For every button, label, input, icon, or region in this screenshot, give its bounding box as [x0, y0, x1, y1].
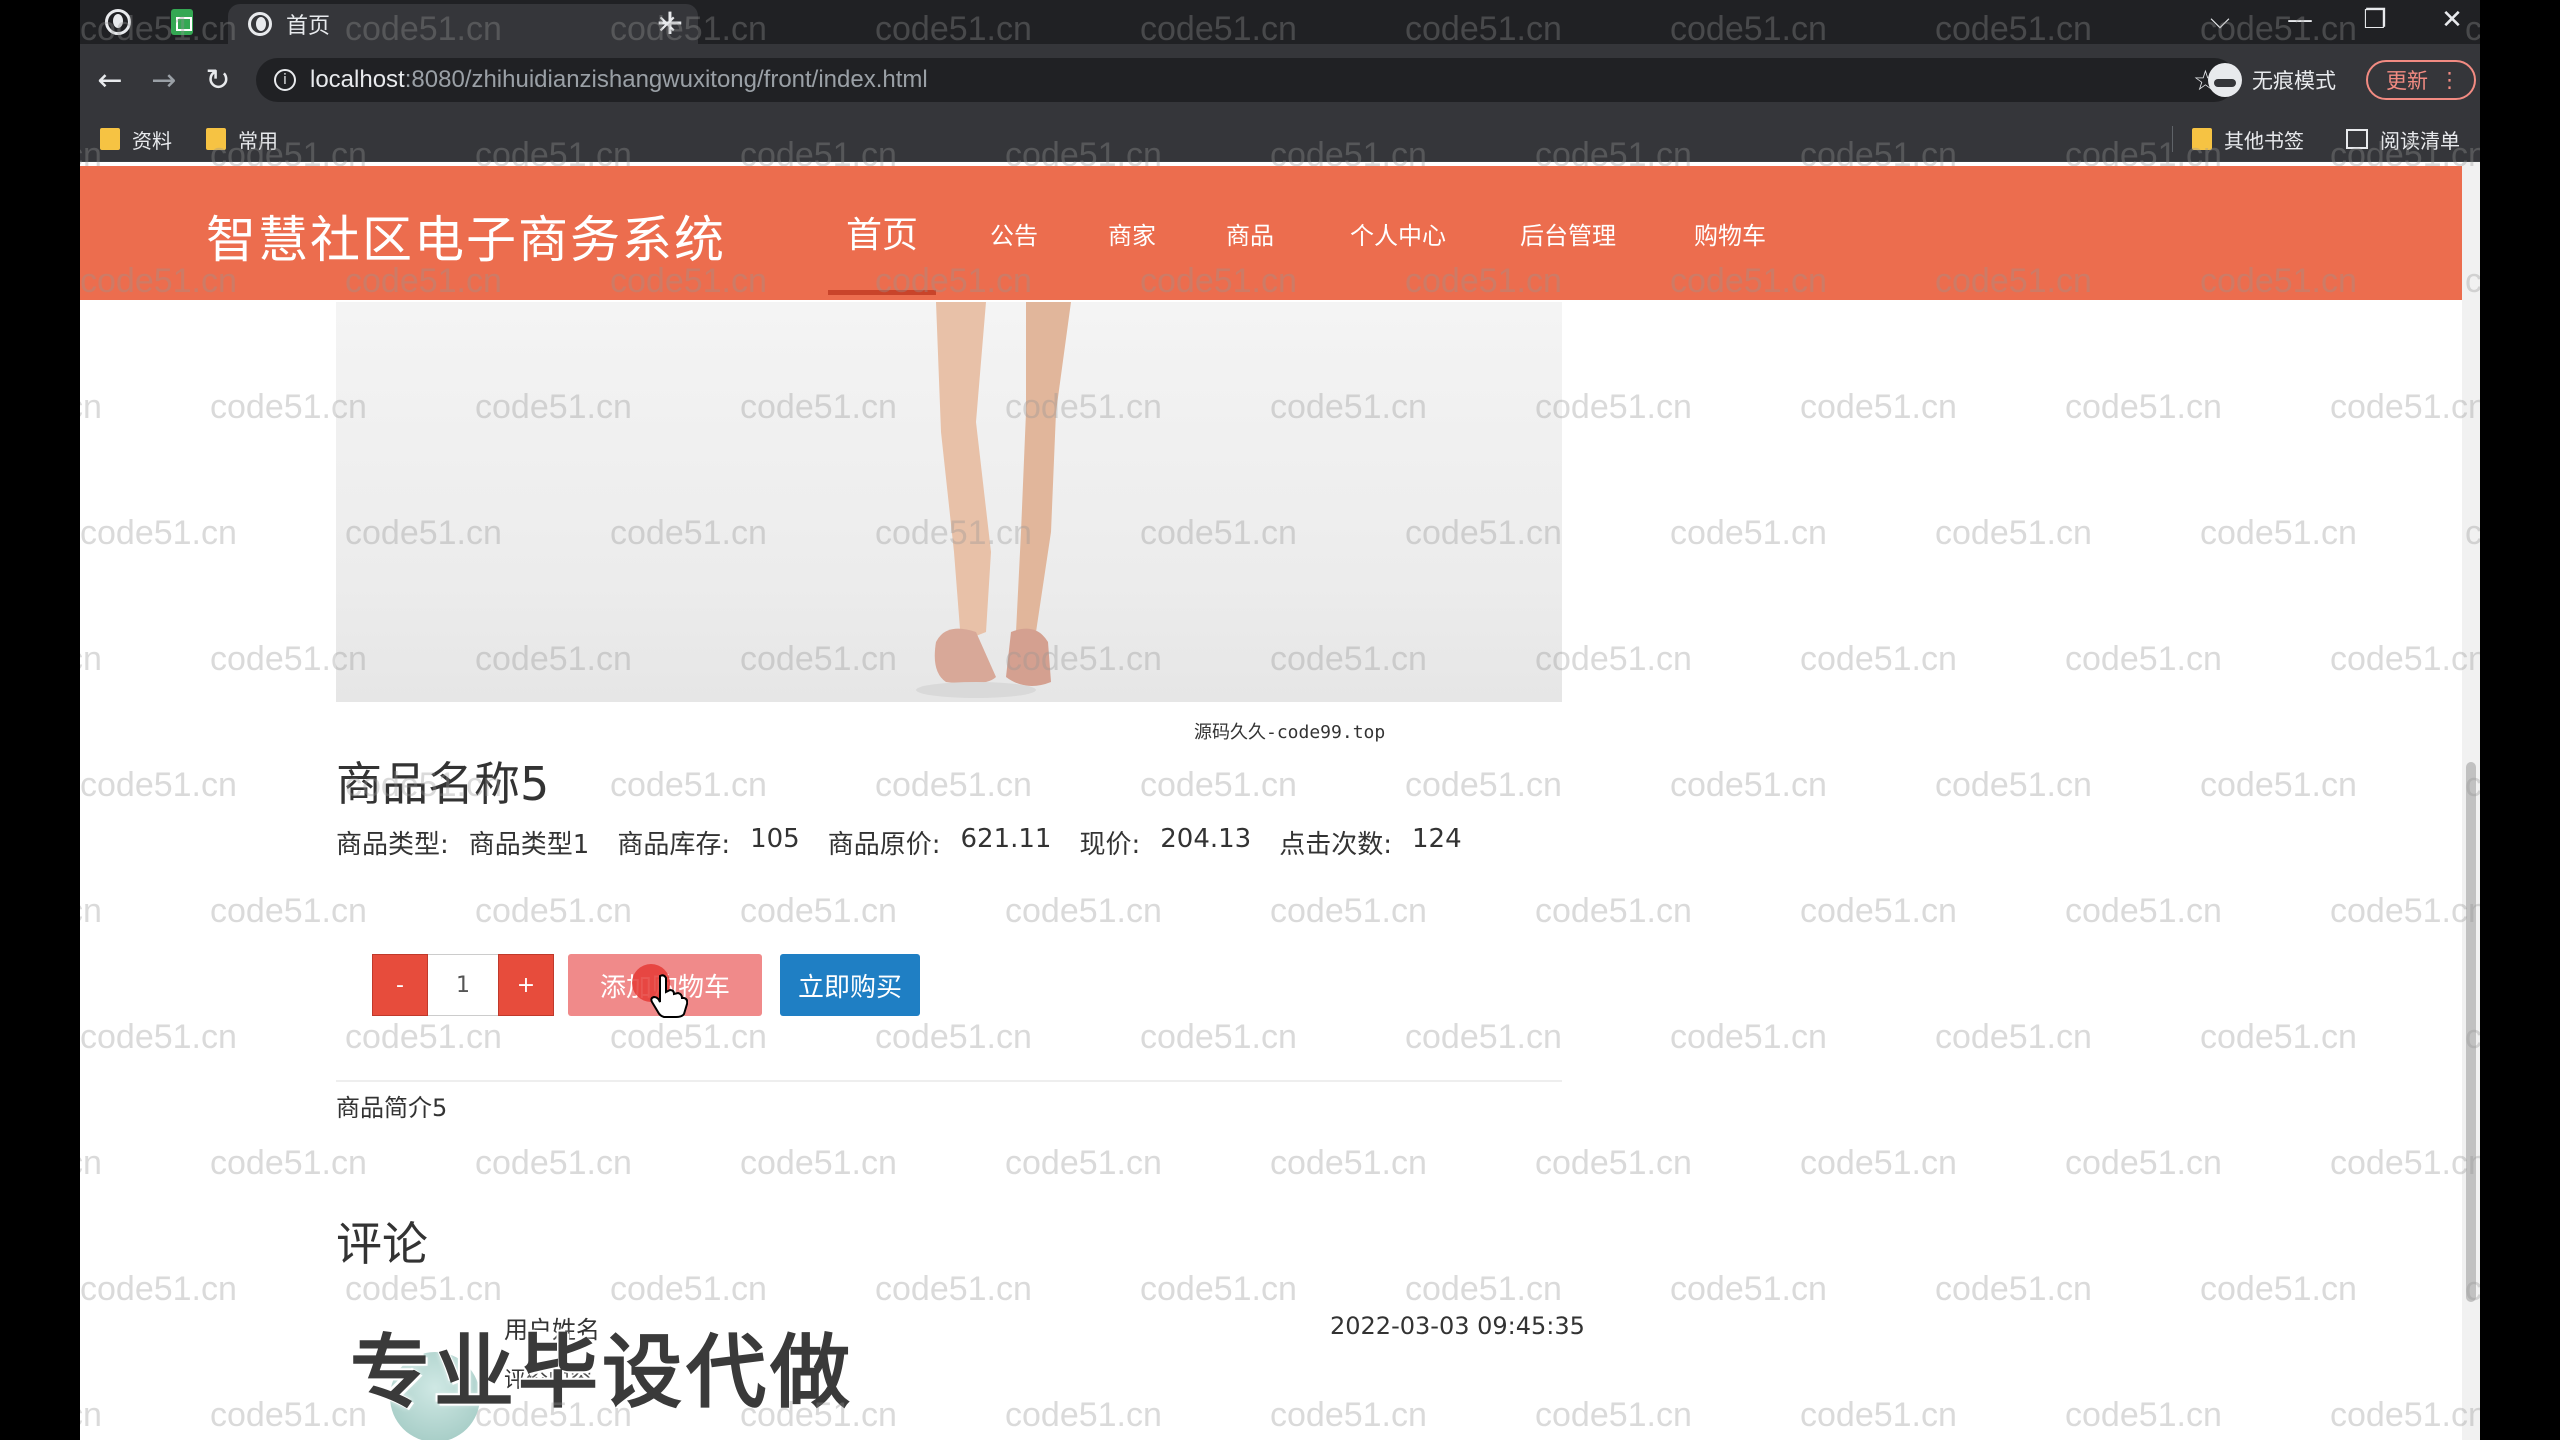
menu-icon: ⋮: [2439, 68, 2460, 92]
nav-announcements[interactable]: 公告: [990, 216, 1038, 251]
bookmark-label: 常用: [238, 128, 278, 153]
bookmark-folder-ziliao[interactable]: 资料: [100, 124, 172, 154]
address-bar[interactable]: i localhost:8080/zhihuidianzishangwuxito…: [256, 58, 2236, 102]
incognito-indicator[interactable]: 无痕模式: [2208, 60, 2336, 100]
product-description: 商品简介5: [336, 1094, 448, 1122]
back-button[interactable]: ←: [88, 58, 132, 102]
nav-profile[interactable]: 个人中心: [1350, 216, 1446, 251]
image-caption: 源码久久-code99.top: [1194, 722, 1386, 743]
comments-title: 评论: [336, 1217, 428, 1271]
reading-list-label: 阅读清单: [2380, 128, 2460, 153]
folder-icon: [100, 128, 120, 150]
reload-button[interactable]: ↻: [196, 58, 240, 102]
globe-icon: [248, 12, 272, 36]
scrollbar[interactable]: [2462, 162, 2480, 1440]
meta-stock-label: 商品库存:: [617, 830, 731, 860]
product-meta: 商品类型: 商品类型1 商品库存: 105 商品原价: 621.11 现价: 204.1…: [336, 824, 1462, 861]
active-nav-underline: [828, 290, 936, 295]
scrollbar-thumb[interactable]: [2466, 762, 2476, 1302]
meta-stock-value: 105: [750, 824, 800, 854]
quantity-stepper: - 1 +: [372, 954, 554, 1016]
meta-orig-price-label: 商品原价:: [827, 830, 941, 860]
product-image: [336, 302, 1562, 702]
meta-clicks-value: 124: [1411, 824, 1462, 854]
product-photo-legs: [916, 302, 1071, 698]
bookmarks-bar: 资料 常用 其他书签 阅读清单: [80, 116, 2480, 162]
url-host: localhost: [310, 66, 405, 93]
meta-orig-price-value: 621.11: [960, 824, 1052, 854]
tab-bar: 首页 × + ⌵ — ❐ ✕: [80, 0, 2480, 44]
promo-overlay-text: 专业毕设代做: [350, 1326, 854, 1419]
site-info-icon[interactable]: i: [274, 69, 296, 91]
sheet-icon: [171, 9, 193, 35]
globe-icon: [105, 9, 131, 35]
meta-orig-price: 商品原价: 621.11: [828, 824, 1052, 861]
bookmark-label: 资料: [132, 128, 172, 153]
folder-icon: [206, 128, 226, 150]
pinned-tab-sheet[interactable]: [162, 6, 202, 38]
meta-price-value: 204.13: [1160, 824, 1252, 854]
browser-window: 首页 × + ⌵ — ❐ ✕ ← → ↻ i localhost:8080/zh…: [80, 0, 2480, 1440]
incognito-icon: [2208, 63, 2242, 97]
other-bookmarks-label: 其他书签: [2224, 128, 2304, 153]
meta-stock: 商品库存: 105: [617, 824, 799, 861]
browser-toolbar: ← → ↻ i localhost:8080/zhihuidianzishang…: [80, 44, 2480, 116]
folder-icon: [2192, 128, 2212, 150]
meta-type: 商品类型: 商品类型1: [336, 824, 589, 861]
page-content: 智慧社区电子商务系统 首页 公告 商家 商品 个人中心 后台管理 购物车 源码久…: [80, 162, 2480, 1440]
buy-now-button[interactable]: 立即购买: [780, 954, 920, 1016]
meta-type-label: 商品类型:: [336, 830, 449, 860]
section-divider: [336, 1080, 1562, 1082]
site-header: 智慧社区电子商务系统 首页 公告 商家 商品 个人中心 后台管理 购物车: [80, 166, 2462, 300]
comment-time: 2022-03-03 09:45:35: [1330, 1312, 1585, 1340]
restore-button[interactable]: ❐: [2345, 0, 2405, 40]
minimize-button[interactable]: —: [2270, 0, 2330, 40]
nav-home[interactable]: 首页: [846, 206, 918, 258]
new-tab-button[interactable]: +: [640, 0, 700, 44]
update-button[interactable]: 更新 ⋮: [2366, 60, 2476, 100]
meta-price: 现价: 204.13: [1079, 824, 1251, 861]
hand-cursor-icon: [650, 974, 688, 1018]
bookmark-folder-changyong[interactable]: 常用: [206, 124, 278, 154]
forward-button[interactable]: →: [142, 58, 186, 102]
meta-clicks: 点击次数: 124: [1279, 824, 1461, 861]
url-path: :8080/zhihuidianzishangwuxitong/front/in…: [404, 66, 928, 93]
url-text[interactable]: localhost:8080/zhihuidianzishangwuxitong…: [310, 66, 2193, 94]
nav-merchants[interactable]: 商家: [1108, 216, 1156, 251]
nav-cart[interactable]: 购物车: [1694, 216, 1766, 251]
site-title: 智慧社区电子商务系统: [206, 211, 726, 269]
nav-products[interactable]: 商品: [1226, 216, 1274, 251]
meta-type-value: 商品类型1: [468, 830, 590, 860]
incognito-label: 无痕模式: [2252, 69, 2336, 93]
other-bookmarks[interactable]: 其他书签: [2192, 124, 2304, 154]
nav-admin[interactable]: 后台管理: [1520, 216, 1616, 251]
tab-active[interactable]: 首页 ×: [228, 4, 698, 44]
meta-clicks-label: 点击次数:: [1279, 830, 1392, 860]
update-label: 更新: [2386, 69, 2428, 93]
qty-minus-button[interactable]: -: [372, 954, 428, 1016]
meta-price-label: 现价:: [1079, 830, 1141, 860]
tab-title: 首页: [286, 14, 331, 39]
tab-search-icon[interactable]: ⌵: [2190, 0, 2250, 40]
reading-list[interactable]: 阅读清单: [2346, 124, 2460, 154]
reading-list-icon: [2346, 129, 2368, 149]
product-name: 商品名称5: [336, 757, 550, 811]
bookmarks-divider: [2172, 126, 2173, 152]
close-window-button[interactable]: ✕: [2422, 0, 2480, 40]
qty-input[interactable]: 1: [428, 954, 498, 1016]
pinned-tab-globe[interactable]: [98, 6, 138, 38]
qty-plus-button[interactable]: +: [498, 954, 554, 1016]
